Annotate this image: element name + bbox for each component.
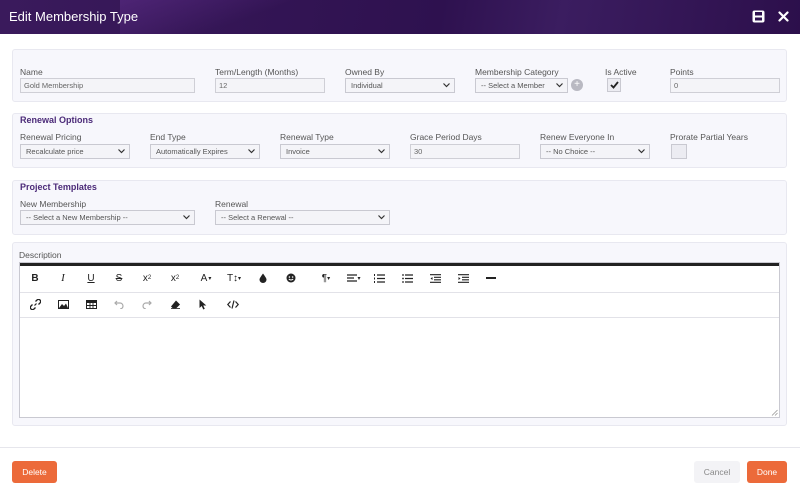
new-membership-select[interactable]: -- Select a New Membership -- [20,210,195,225]
font-size-icon[interactable]: T↕ ▾ [222,269,246,287]
grace-period-label: Grace Period Days [410,132,482,142]
chevron-down-icon [183,215,190,220]
chevron-down-icon [118,149,125,154]
prorate-checkbox[interactable] [671,144,687,159]
editor-accent-bar [20,263,779,266]
eraser-icon[interactable] [166,295,184,313]
project-templates-title: Project Templates [20,182,97,192]
done-button[interactable]: Done [747,461,787,483]
bold-icon[interactable]: B [26,269,44,287]
dialog-title-bar: Edit Membership Type [0,0,800,34]
renew-everyone-label: Renew Everyone In [540,132,615,142]
redo-icon[interactable] [138,295,156,313]
renewal-type-value: Invoice [286,147,310,156]
renewal-pricing-select[interactable]: Recalculate price [20,144,130,159]
new-membership-value: -- Select a New Membership -- [26,213,128,222]
is-active-checkbox[interactable] [607,78,621,92]
renewal-pricing-value: Recalculate price [26,147,84,156]
term-field[interactable]: 12 [215,78,325,93]
owned-by-label: Owned By [345,67,385,77]
font-color-icon[interactable]: A ▾ [194,269,218,287]
outdent-icon[interactable] [426,269,444,287]
renewal-pricing-label: Renewal Pricing [20,132,82,142]
align-icon[interactable]: ▾ [342,269,366,287]
is-active-label: Is Active [605,67,637,77]
chevron-down-icon [556,83,563,88]
term-label: Term/Length (Months) [215,67,299,77]
renewal-template-label: Renewal [215,199,249,209]
new-membership-label: New Membership [20,199,87,209]
strikethrough-icon[interactable]: S [110,269,128,287]
indent-icon[interactable] [454,269,472,287]
renewal-template-select[interactable]: -- Select a Renewal -- [215,210,390,225]
table-icon[interactable] [82,295,100,313]
chevron-down-icon [443,83,450,88]
category-select[interactable]: -- Select a Member [475,78,568,93]
category-label: Membership Category [475,67,559,77]
save-icon[interactable] [750,8,766,24]
ordered-list-icon[interactable] [370,269,388,287]
chevron-down-icon [248,149,255,154]
close-icon[interactable] [775,8,791,24]
prorate-label: Prorate Partial Years [670,132,748,142]
chevron-down-icon [378,149,385,154]
renewal-options-section: Renewal Options Renewal Pricing Recalcul… [12,113,787,168]
footer-divider [0,447,800,448]
category-value: -- Select a Member [481,81,545,90]
toolbar-divider [20,292,779,293]
paragraph-format-icon[interactable]: ¶ ▾ [314,269,338,287]
project-templates-section: Project Templates New Membership -- Sele… [12,180,787,235]
description-editor-content[interactable] [20,318,779,417]
points-label: Points [670,67,694,77]
horizontal-line-icon[interactable] [482,269,500,287]
name-field[interactable]: Gold Membership [20,78,195,93]
color-fill-icon[interactable] [254,269,272,287]
check-icon [609,81,619,89]
delete-button[interactable]: Delete [12,461,57,483]
title-bar-decoration [120,0,320,34]
renewal-type-select[interactable]: Invoice [280,144,390,159]
owned-by-select[interactable]: Individual [345,78,455,93]
general-section: Name Gold Membership Term/Length (Months… [12,49,787,102]
code-view-icon[interactable] [224,295,242,313]
image-icon[interactable] [54,295,72,313]
subscript-icon[interactable]: x2 [138,269,156,287]
resize-handle-icon[interactable] [771,409,778,416]
italic-icon[interactable]: I [54,269,72,287]
renew-everyone-value: -- No Choice -- [546,147,596,156]
underline-icon[interactable]: U [82,269,100,287]
undo-icon[interactable] [110,295,128,313]
emoji-icon[interactable] [282,269,300,287]
renewal-type-label: Renewal Type [280,132,334,142]
name-label: Name [20,67,43,77]
dialog-title: Edit Membership Type [9,9,139,24]
chevron-down-icon [378,215,385,220]
description-label: Description [19,250,62,260]
grace-period-field[interactable]: 30 [410,144,520,159]
points-field[interactable]: 0 [670,78,780,93]
renew-everyone-select[interactable]: -- No Choice -- [540,144,650,159]
end-type-select[interactable]: Automatically Expires [150,144,260,159]
add-category-icon[interactable]: + [571,79,583,91]
owned-by-value: Individual [351,81,383,90]
select-cursor-icon[interactable] [194,295,212,313]
unordered-list-icon[interactable] [398,269,416,287]
end-type-value: Automatically Expires [156,147,228,156]
cancel-button[interactable]: Cancel [694,461,740,483]
description-editor: B I U S x2 x2 A ▾ T↕ ▾ ¶ ▾ ▾ [19,262,780,418]
link-icon[interactable] [26,295,44,313]
renewal-options-title: Renewal Options [20,115,94,125]
chevron-down-icon [638,149,645,154]
end-type-label: End Type [150,132,186,142]
renewal-template-value: -- Select a Renewal -- [221,213,294,222]
superscript-icon[interactable]: x2 [166,269,184,287]
